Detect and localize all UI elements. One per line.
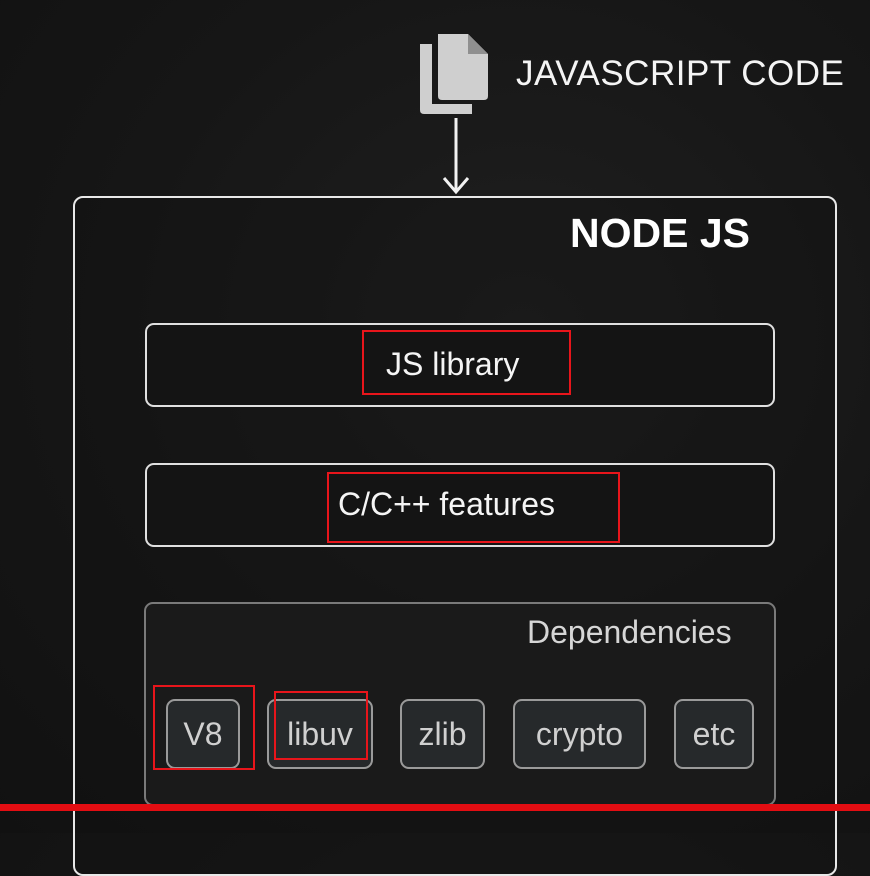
dependency-chip-libuv: libuv — [267, 699, 373, 769]
js-library-label: JS library — [386, 346, 520, 382]
red-divider-line — [0, 804, 870, 811]
nodejs-title: NODE JS — [570, 210, 750, 256]
javascript-code-label: JAVASCRIPT CODE — [516, 54, 845, 93]
dependency-chip-etc: etc — [674, 699, 754, 769]
down-arrow — [442, 118, 470, 195]
copy-documents-icon — [420, 34, 488, 114]
cpp-features-label: C/C++ features — [338, 486, 555, 522]
dependency-chip-v8: V8 — [166, 699, 240, 769]
dependency-chip-crypto: crypto — [513, 699, 646, 769]
dependency-chip-zlib: zlib — [400, 699, 485, 769]
dependencies-title: Dependencies — [527, 614, 732, 650]
